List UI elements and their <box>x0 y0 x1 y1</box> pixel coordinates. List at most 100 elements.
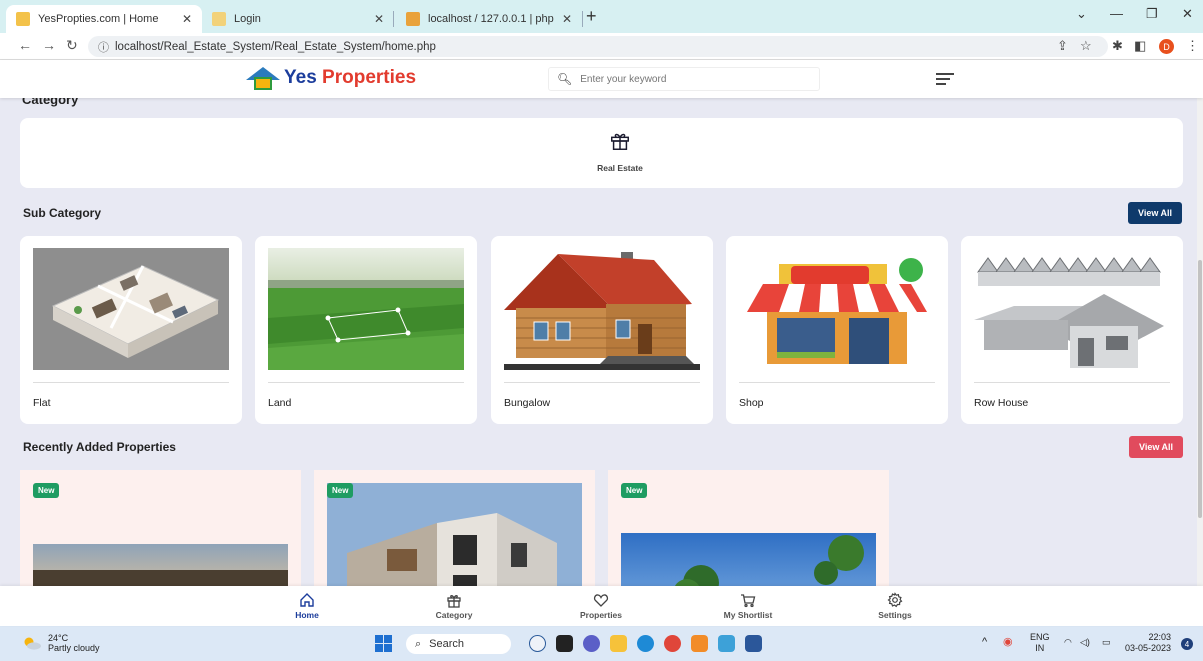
taskbar-search-label: Search <box>429 638 465 650</box>
subcategory-name: Shop <box>739 397 764 409</box>
subcategory-name: Flat <box>33 397 51 409</box>
category-item-real-estate[interactable]: Real Estate <box>580 130 660 173</box>
menu-icon[interactable] <box>936 73 954 88</box>
subcategory-card-row-house[interactable]: Row House <box>961 236 1183 424</box>
card-divider <box>268 382 464 383</box>
new-badge: New <box>327 483 354 498</box>
nav-item-settings[interactable]: Settings <box>845 592 945 620</box>
tab-separator <box>393 11 394 27</box>
subcategory-name: Bungalow <box>504 397 551 409</box>
language-indicator[interactable]: ENG IN <box>1030 632 1050 654</box>
category-panel: Real Estate <box>20 118 1183 188</box>
tab-title: YesPropties.com | Home <box>38 13 159 25</box>
bookmark-star-icon[interactable]: ☆ <box>1080 38 1092 54</box>
search-input[interactable] <box>580 73 801 85</box>
subcategory-card-flat[interactable]: Flat <box>20 236 242 424</box>
tab-separator <box>582 11 583 27</box>
property-card[interactable]: New <box>314 470 595 600</box>
phpmyadmin-favicon-icon <box>406 12 420 26</box>
close-tab-icon[interactable]: ✕ <box>562 12 572 26</box>
share-icon[interactable]: ⇪ <box>1057 38 1068 54</box>
url-field[interactable]: ⓘ localhost/Real_Estate_System/Real_Esta… <box>88 36 1108 57</box>
photos-icon[interactable] <box>718 635 735 652</box>
wifi-icon[interactable]: ◠ <box>1064 637 1072 648</box>
tab-yesproperties-home[interactable]: YesPropties.com | Home ✕ <box>6 5 202 33</box>
edge-icon[interactable] <box>637 635 654 652</box>
chat-icon[interactable] <box>583 635 600 652</box>
site-favicon-icon <box>16 12 30 26</box>
category-icon <box>447 595 461 608</box>
minimize-icon[interactable]: — <box>1110 6 1123 21</box>
volume-icon[interactable]: ◁) <box>1080 637 1090 648</box>
card-divider <box>33 382 229 383</box>
subcategory-view-all-button[interactable]: View All <box>1128 202 1183 224</box>
tray-chevron-icon[interactable]: ^ <box>982 637 987 648</box>
subcategory-name: Land <box>268 397 292 409</box>
property-card[interactable]: New <box>20 470 301 600</box>
notification-count: 4 <box>1184 639 1190 649</box>
close-tab-icon[interactable]: ✕ <box>182 12 192 26</box>
weather-widget[interactable]: 24°C Partly cloudy <box>22 633 100 653</box>
temperature-text: 24°C <box>48 633 69 643</box>
date-text: 03-05-2023 <box>1125 643 1172 653</box>
nav-item-home[interactable]: Home <box>257 592 357 620</box>
gift-icon <box>611 133 629 150</box>
restore-icon[interactable]: ❐ <box>1146 6 1158 22</box>
chrome-icon[interactable] <box>664 635 681 652</box>
forward-arrow-icon[interactable]: → <box>42 37 56 53</box>
page-scrollbar-thumb[interactable] <box>1198 260 1202 518</box>
side-panel-icon[interactable]: ◧ <box>1134 38 1146 54</box>
search-box[interactable]: 🔍︎ <box>548 67 820 91</box>
property-photo <box>327 483 582 600</box>
partly-cloudy-icon <box>22 636 42 650</box>
bing-icon[interactable] <box>529 635 546 652</box>
home-icon <box>300 593 314 607</box>
notification-badge[interactable]: 4 <box>1181 638 1193 650</box>
site-logo[interactable]: Yes Properties <box>246 65 416 91</box>
taskbar-search[interactable]: ⌕ Search <box>406 634 511 654</box>
nav-item-my-shortlist[interactable]: My Shortlist <box>698 592 798 620</box>
profile-initial: D <box>1163 41 1170 52</box>
tab-search-chevron-icon[interactable]: ⌄ <box>1076 6 1087 22</box>
reload-icon[interactable]: ↻ <box>66 37 78 54</box>
nav-label: Settings <box>878 610 912 620</box>
subcategory-card-land[interactable]: Land <box>255 236 477 424</box>
tab-phpmyadmin[interactable]: localhost / 127.0.0.1 | phpMyAdr ✕ <box>396 5 582 33</box>
nav-item-properties[interactable]: Properties <box>551 592 651 620</box>
recent-view-all-button[interactable]: View All <box>1129 436 1184 458</box>
tab-login[interactable]: Login ✕ <box>202 5 394 33</box>
clock[interactable]: 22:03 03-05-2023 <box>1125 632 1171 654</box>
new-badge: New <box>621 483 648 498</box>
logo-text: Yes Properties <box>284 67 417 88</box>
subcategory-card-shop[interactable]: Shop <box>726 236 948 424</box>
search-icon: ⌕ <box>415 637 422 650</box>
property-card[interactable]: New <box>608 470 889 600</box>
nav-item-category[interactable]: Category <box>404 592 504 620</box>
address-bar: ← → ↻ ⓘ localhost/Real_Estate_System/Rea… <box>0 33 1203 60</box>
region-text: IN <box>1035 643 1045 653</box>
new-tab-icon[interactable]: + <box>586 6 597 27</box>
url-text: localhost/Real_Estate_System/Real_Estate… <box>115 40 436 53</box>
windows-start-icon[interactable] <box>375 635 392 652</box>
close-window-icon[interactable]: ✕ <box>1182 6 1193 22</box>
task-view-icon[interactable] <box>556 635 573 652</box>
file-explorer-icon[interactable] <box>610 635 627 652</box>
close-tab-icon[interactable]: ✕ <box>374 12 384 26</box>
extensions-puzzle-icon[interactable]: ✱ <box>1112 38 1123 54</box>
subcategory-name: Row House <box>974 397 1029 409</box>
browser-menu-icon[interactable]: ⋮ <box>1186 38 1199 54</box>
folder-favicon-icon <box>212 12 226 26</box>
house-logo-icon <box>246 65 280 91</box>
battery-icon[interactable]: ▭ <box>1102 637 1111 648</box>
browser-tab-bar: YesPropties.com | Home ✕ Login ✕ localho… <box>0 0 1203 33</box>
word-icon[interactable] <box>745 635 762 652</box>
tray-chrome-icon[interactable]: ◉ <box>1003 637 1013 648</box>
gear-icon <box>887 592 903 608</box>
back-arrow-icon[interactable]: ← <box>18 37 32 53</box>
subcategory-card-bungalow[interactable]: Bungalow <box>491 236 713 424</box>
info-icon[interactable]: ⓘ <box>98 39 109 55</box>
profile-avatar[interactable]: D <box>1159 39 1174 54</box>
card-divider <box>974 382 1170 383</box>
xampp-icon[interactable] <box>691 635 708 652</box>
card-divider <box>504 382 700 383</box>
